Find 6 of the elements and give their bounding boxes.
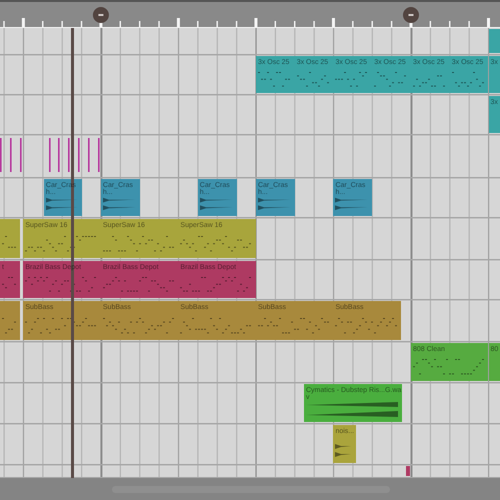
marker-icon[interactable] bbox=[402, 7, 419, 23]
pattern-clip[interactable] bbox=[0, 219, 20, 258]
pattern-clip[interactable] bbox=[0, 301, 20, 340]
pattern-clip[interactable] bbox=[406, 466, 410, 476]
timeline-ruler[interactable] bbox=[0, 0, 500, 28]
marker-icon[interactable] bbox=[92, 7, 109, 23]
